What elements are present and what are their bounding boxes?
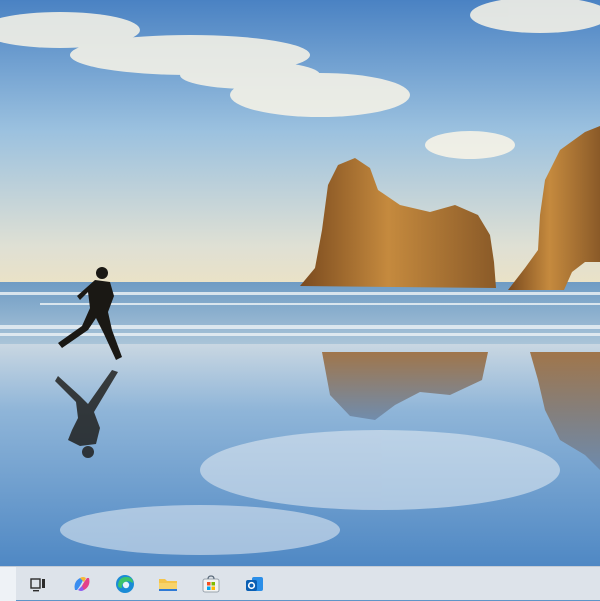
start-button[interactable] xyxy=(0,567,16,601)
copilot-button[interactable] xyxy=(68,570,96,598)
desktop-wallpaper xyxy=(0,0,600,566)
microsoft-store-button[interactable] xyxy=(197,570,225,598)
outlook-button[interactable] xyxy=(240,570,268,598)
wallpaper-image xyxy=(0,0,600,566)
task-view-icon xyxy=(30,578,45,592)
edge-button[interactable] xyxy=(111,570,139,598)
copilot-icon xyxy=(74,577,90,591)
outlook-icon xyxy=(246,577,263,591)
store-icon xyxy=(202,575,220,593)
task-view-button[interactable] xyxy=(24,570,52,598)
taskbar xyxy=(0,566,600,601)
folder-icon xyxy=(159,579,177,591)
edge-icon xyxy=(116,575,134,593)
file-explorer-button[interactable] xyxy=(154,570,182,598)
